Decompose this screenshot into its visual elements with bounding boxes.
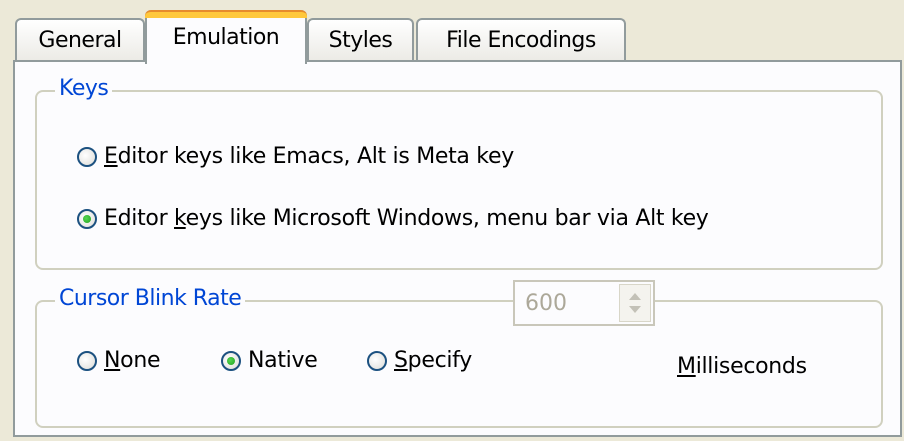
tab-emulation-label: Emulation bbox=[172, 24, 280, 50]
milliseconds-mnemonic: M bbox=[677, 354, 696, 379]
cursor-blink-group-title: Cursor Blink Rate bbox=[55, 286, 246, 311]
radio-blink-native[interactable]: Native bbox=[221, 348, 318, 373]
spin-up-icon[interactable] bbox=[629, 293, 641, 300]
radio-blink-none-icon[interactable] bbox=[77, 350, 97, 371]
tab-file-encodings-label: File Encodings bbox=[446, 27, 596, 53]
blink-rate-value: 600 bbox=[525, 291, 567, 316]
keys-group: Keys Editor keys like Emacs, Alt is Meta… bbox=[35, 76, 883, 270]
tab-general-label: General bbox=[38, 27, 122, 53]
radio-blink-native-label: Native bbox=[248, 348, 318, 373]
radio-blink-native-icon[interactable] bbox=[221, 350, 241, 371]
tab-emulation[interactable]: Emulation bbox=[145, 10, 307, 64]
tab-styles-label: Styles bbox=[328, 27, 393, 53]
radio-blink-none-label: None bbox=[104, 348, 161, 373]
radio-windows-keys-icon[interactable] bbox=[77, 208, 97, 229]
radio-blink-specify[interactable]: Specify bbox=[367, 348, 472, 373]
radio-emacs-keys-icon[interactable] bbox=[77, 146, 97, 167]
emulation-panel: Keys Editor keys like Emacs, Alt is Meta… bbox=[13, 60, 902, 437]
cursor-blink-group: Cursor Blink Rate None Native Specify Mi… bbox=[35, 286, 883, 428]
milliseconds-label: Milliseconds bbox=[677, 354, 807, 379]
radio-blink-specify-icon[interactable] bbox=[367, 350, 387, 371]
radio-blink-none[interactable]: None bbox=[77, 348, 161, 373]
tab-strip: General Emulation Styles File Encodings bbox=[15, 10, 895, 64]
radio-windows-keys[interactable]: Editor keys like Microsoft Windows, menu… bbox=[77, 206, 709, 231]
radio-windows-keys-label: Editor keys like Microsoft Windows, menu… bbox=[104, 206, 709, 231]
tab-file-encodings[interactable]: File Encodings bbox=[416, 18, 626, 60]
spin-down-icon[interactable] bbox=[629, 306, 641, 313]
milliseconds-suffix: illiseconds bbox=[695, 354, 807, 379]
spinner-buttons[interactable] bbox=[619, 284, 651, 322]
tab-styles[interactable]: Styles bbox=[307, 18, 414, 60]
radio-blink-specify-label: Specify bbox=[394, 348, 472, 373]
blink-rate-spinner[interactable]: 600 bbox=[513, 280, 655, 326]
radio-emacs-keys-label: Editor keys like Emacs, Alt is Meta key bbox=[104, 144, 514, 169]
tab-general[interactable]: General bbox=[15, 18, 145, 60]
keys-group-title: Keys bbox=[55, 76, 113, 101]
radio-emacs-keys[interactable]: Editor keys like Emacs, Alt is Meta key bbox=[77, 144, 514, 169]
